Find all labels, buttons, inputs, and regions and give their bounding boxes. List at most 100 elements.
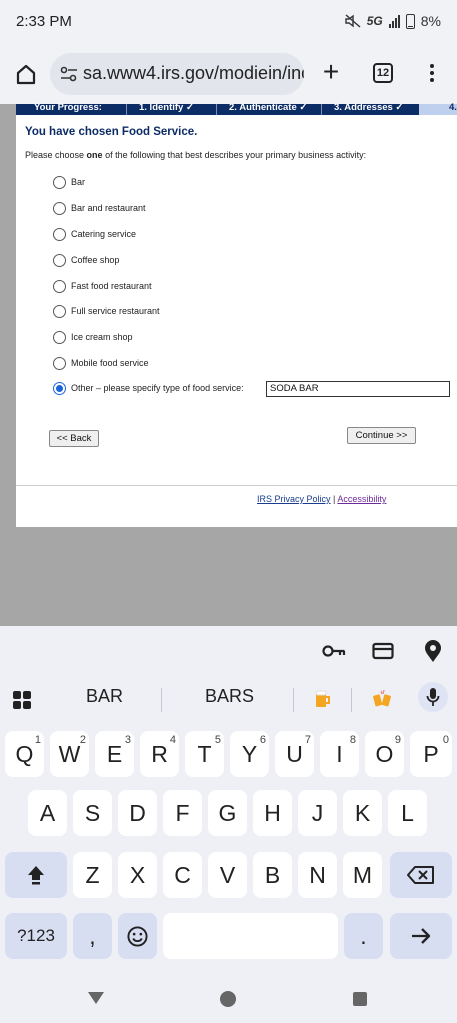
network-type: 5G xyxy=(366,14,383,28)
key-p[interactable]: 0P xyxy=(410,731,452,777)
option-catering-service[interactable]: Catering service xyxy=(53,226,136,242)
symbols-key[interactable]: ?123 xyxy=(5,913,67,959)
key-j[interactable]: J xyxy=(298,790,337,836)
back-button[interactable]: << Back xyxy=(49,430,99,447)
radio-ice-cream-shop[interactable] xyxy=(53,330,66,344)
key-t[interactable]: 5T xyxy=(185,731,224,777)
instruction-text: Please choose one of the following that … xyxy=(25,150,367,160)
battery-level: 8% xyxy=(420,13,441,29)
shift-icon xyxy=(28,866,44,885)
comma-key[interactable]: , xyxy=(73,913,112,959)
battery-icon xyxy=(405,13,415,29)
radio-coffee-shop[interactable] xyxy=(53,253,66,267)
key-a[interactable]: A xyxy=(28,790,67,836)
beer-emoji-icon[interactable] xyxy=(314,689,332,709)
page-title: You have chosen Food Service. xyxy=(25,126,198,138)
radio-mobile-food-service[interactable] xyxy=(53,356,66,370)
home-nav-icon[interactable] xyxy=(219,990,237,1008)
cheers-emoji-icon[interactable] xyxy=(372,689,392,709)
tabs-icon[interactable]: 12 xyxy=(373,63,393,83)
home-icon[interactable] xyxy=(14,62,38,86)
mute-icon xyxy=(345,14,361,28)
back-nav-icon[interactable] xyxy=(87,991,105,1005)
key-g[interactable]: G xyxy=(208,790,247,836)
radio-full-service-restaurant[interactable] xyxy=(53,304,66,318)
emoji-icon xyxy=(127,926,148,947)
radio-catering-service[interactable] xyxy=(53,227,66,241)
accessibility-link[interactable]: Accessibility xyxy=(337,494,386,504)
key-icon[interactable] xyxy=(322,636,346,666)
footer-divider xyxy=(16,485,457,486)
location-icon[interactable] xyxy=(423,636,443,666)
key-d[interactable]: D xyxy=(118,790,157,836)
enter-icon xyxy=(412,928,431,944)
new-tab-icon[interactable]: + xyxy=(318,58,344,86)
radio-bar-and-restaurant[interactable] xyxy=(53,201,66,215)
key-l[interactable]: L xyxy=(388,790,427,836)
url-text: sa.www4.irs.gov/modiein/ind xyxy=(83,63,304,83)
privacy-policy-link[interactable]: IRS Privacy Policy xyxy=(257,494,331,504)
key-c[interactable]: C xyxy=(163,852,202,898)
key-x[interactable]: X xyxy=(118,852,157,898)
radio-bar[interactable] xyxy=(53,175,66,189)
key-u[interactable]: 7U xyxy=(275,731,314,777)
key-y[interactable]: 6Y xyxy=(230,731,269,777)
key-s[interactable]: S xyxy=(73,790,112,836)
key-q[interactable]: 1Q xyxy=(5,731,44,777)
enter-key[interactable] xyxy=(390,913,452,959)
key-w[interactable]: 2W xyxy=(50,731,89,777)
recents-nav-icon[interactable] xyxy=(352,991,368,1007)
mic-button[interactable] xyxy=(418,682,448,712)
key-z[interactable]: Z xyxy=(73,852,112,898)
key-v[interactable]: V xyxy=(208,852,247,898)
option-full-service-restaurant[interactable]: Full service restaurant xyxy=(53,303,160,319)
menu-icon[interactable] xyxy=(424,62,440,86)
key-r[interactable]: 4R xyxy=(140,731,179,777)
status-time: 2:33 PM xyxy=(16,13,72,30)
period-key[interactable]: . xyxy=(344,913,383,959)
card-icon[interactable] xyxy=(372,636,394,666)
suggestion-1[interactable]: BAR xyxy=(86,686,123,716)
progress-step-3: 3. Addresses ✓ xyxy=(334,102,404,113)
irs-form-page: Your Progress: 1. Identify ✓ 2. Authenti… xyxy=(16,102,457,527)
backspace-key[interactable] xyxy=(390,852,452,898)
progress-label: Your Progress: xyxy=(34,102,102,113)
key-b[interactable]: B xyxy=(253,852,292,898)
key-k[interactable]: K xyxy=(343,790,382,836)
option-bar[interactable]: Bar xyxy=(53,174,85,190)
tune-icon[interactable] xyxy=(60,66,78,82)
mic-icon xyxy=(426,688,440,706)
other-food-service-input[interactable]: SODA BAR xyxy=(266,381,450,397)
suggestion-2[interactable]: BARS xyxy=(205,686,254,716)
emoji-key[interactable] xyxy=(118,913,157,959)
option-coffee-shop[interactable]: Coffee shop xyxy=(53,252,119,268)
browser-toolbar: sa.www4.irs.gov/modiein/ind + 12 xyxy=(0,44,457,104)
continue-button[interactable]: Continue >> xyxy=(347,427,416,444)
shift-key[interactable] xyxy=(5,852,67,898)
backspace-icon xyxy=(407,866,434,884)
address-bar[interactable]: sa.www4.irs.gov/modiein/ind xyxy=(50,53,304,95)
key-i[interactable]: 8I xyxy=(320,731,359,777)
key-o[interactable]: 9O xyxy=(365,731,404,777)
option-ice-cream-shop[interactable]: Ice cream shop xyxy=(53,329,133,345)
progress-step-4-box: 4. xyxy=(419,102,457,115)
option-mobile-food-service[interactable]: Mobile food service xyxy=(53,355,149,371)
radio-fast-food-restaurant[interactable] xyxy=(53,279,66,293)
progress-step-4: 4. xyxy=(449,102,457,113)
option-bar-and-restaurant[interactable]: Bar and restaurant xyxy=(53,200,146,216)
progress-step-2: 2. Authenticate ✓ xyxy=(229,102,308,113)
progress-bar: Your Progress: 1. Identify ✓ 2. Authenti… xyxy=(16,102,457,115)
progress-step-1: 1. Identify ✓ xyxy=(139,102,194,113)
key-n[interactable]: N xyxy=(298,852,337,898)
system-nav-bar xyxy=(0,977,457,1023)
key-f[interactable]: F xyxy=(163,790,202,836)
status-icons: 5G 8% xyxy=(345,13,441,29)
option-fast-food-restaurant[interactable]: Fast food restaurant xyxy=(53,278,152,294)
key-e[interactable]: 3E xyxy=(95,731,134,777)
apps-icon[interactable] xyxy=(12,690,32,710)
radio-other-selected[interactable] xyxy=(53,381,66,395)
key-h[interactable]: H xyxy=(253,790,292,836)
key-m[interactable]: M xyxy=(343,852,382,898)
option-other[interactable]: Other – please specify type of food serv… xyxy=(53,380,244,396)
space-key[interactable] xyxy=(163,913,338,959)
